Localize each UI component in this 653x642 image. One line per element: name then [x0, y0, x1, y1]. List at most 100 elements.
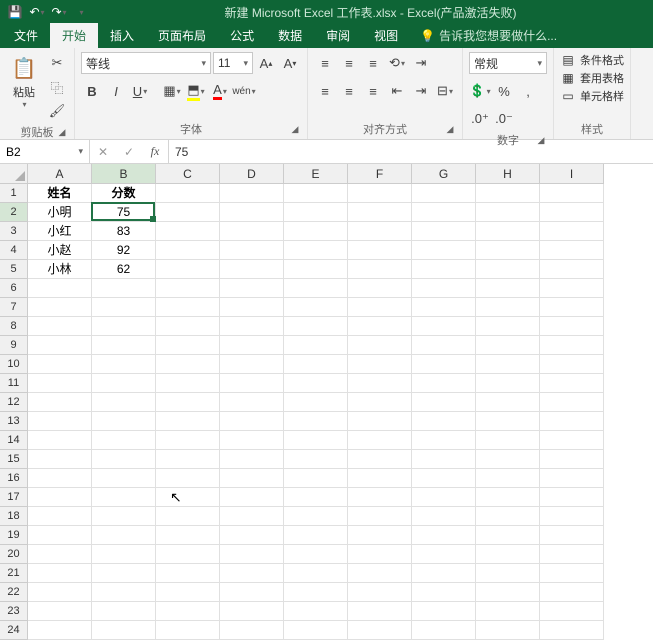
cell[interactable] — [540, 374, 604, 393]
cell[interactable] — [412, 317, 476, 336]
cell[interactable] — [92, 450, 156, 469]
col-header-C[interactable]: C — [156, 164, 220, 184]
cell[interactable]: 分数 — [92, 184, 156, 203]
cell[interactable] — [220, 583, 284, 602]
cell[interactable] — [476, 488, 540, 507]
row-header[interactable]: 13 — [0, 412, 28, 431]
cell[interactable] — [284, 203, 348, 222]
cell[interactable] — [412, 621, 476, 640]
cell[interactable] — [476, 260, 540, 279]
cell[interactable] — [412, 583, 476, 602]
cell[interactable] — [348, 450, 412, 469]
cell[interactable] — [348, 507, 412, 526]
spreadsheet-grid[interactable]: ABCDEFGHI 123456789101112131415161718192… — [0, 164, 653, 642]
cell[interactable] — [220, 336, 284, 355]
cell[interactable] — [348, 355, 412, 374]
cell[interactable] — [220, 469, 284, 488]
cell[interactable] — [284, 450, 348, 469]
cell[interactable] — [476, 583, 540, 602]
cell[interactable] — [28, 374, 92, 393]
cell[interactable] — [476, 545, 540, 564]
cell[interactable] — [28, 602, 92, 621]
cell[interactable] — [412, 412, 476, 431]
row-header[interactable]: 2 — [0, 203, 28, 222]
cell[interactable]: 姓名 — [28, 184, 92, 203]
cell[interactable] — [412, 545, 476, 564]
col-header-E[interactable]: E — [284, 164, 348, 184]
cell[interactable] — [348, 317, 412, 336]
row-header[interactable]: 10 — [0, 355, 28, 374]
cell[interactable] — [156, 450, 220, 469]
cell[interactable] — [476, 355, 540, 374]
align-middle-button[interactable]: ≡ — [338, 52, 360, 74]
bold-button[interactable]: B — [81, 80, 103, 102]
cell[interactable] — [156, 526, 220, 545]
col-header-G[interactable]: G — [412, 164, 476, 184]
row-header[interactable]: 18 — [0, 507, 28, 526]
cell[interactable] — [92, 488, 156, 507]
cell[interactable]: 75 — [92, 203, 156, 222]
accounting-button[interactable]: 💲▾ — [469, 80, 491, 102]
cell[interactable] — [220, 355, 284, 374]
row-headers[interactable]: 123456789101112131415161718192021222324 — [0, 184, 28, 640]
cell[interactable] — [476, 412, 540, 431]
cell[interactable] — [348, 564, 412, 583]
cell[interactable] — [284, 507, 348, 526]
cell[interactable] — [348, 583, 412, 602]
cell[interactable] — [412, 260, 476, 279]
cell[interactable] — [476, 602, 540, 621]
row-header[interactable]: 15 — [0, 450, 28, 469]
cell[interactable] — [284, 336, 348, 355]
border-button[interactable]: ▦▾ — [161, 80, 183, 102]
cell[interactable] — [540, 488, 604, 507]
comma-button[interactable]: , — [517, 80, 539, 102]
percent-button[interactable]: % — [493, 80, 515, 102]
cell[interactable] — [348, 203, 412, 222]
cell[interactable] — [156, 298, 220, 317]
row-header[interactable]: 4 — [0, 241, 28, 260]
cell[interactable] — [28, 526, 92, 545]
cell[interactable] — [540, 507, 604, 526]
cell[interactable] — [476, 317, 540, 336]
row-header[interactable]: 22 — [0, 583, 28, 602]
italic-button[interactable]: I — [105, 80, 127, 102]
formula-input[interactable]: 75 — [169, 140, 653, 163]
cell[interactable] — [476, 507, 540, 526]
cell[interactable] — [156, 222, 220, 241]
cell[interactable] — [540, 203, 604, 222]
copy-button[interactable]: ⿻ — [46, 76, 68, 98]
cell[interactable] — [220, 260, 284, 279]
row-header[interactable]: 1 — [0, 184, 28, 203]
cell[interactable] — [412, 279, 476, 298]
cell[interactable] — [284, 374, 348, 393]
cell[interactable] — [412, 507, 476, 526]
row-header[interactable]: 6 — [0, 279, 28, 298]
cell[interactable] — [540, 469, 604, 488]
cell[interactable] — [412, 393, 476, 412]
cell[interactable] — [476, 279, 540, 298]
row-header[interactable]: 5 — [0, 260, 28, 279]
cell[interactable] — [92, 317, 156, 336]
cell-area[interactable]: 姓名分数小明75小红83小赵92小林62 — [28, 184, 604, 640]
orientation-button[interactable]: ⟲▾ — [386, 52, 408, 74]
cell[interactable] — [220, 184, 284, 203]
cell[interactable] — [412, 488, 476, 507]
cell[interactable] — [348, 602, 412, 621]
cell[interactable] — [156, 488, 220, 507]
cell[interactable] — [348, 621, 412, 640]
row-header[interactable]: 20 — [0, 545, 28, 564]
cell[interactable] — [540, 412, 604, 431]
cell[interactable] — [92, 469, 156, 488]
shrink-font-button[interactable]: A▾ — [279, 52, 301, 74]
cell[interactable] — [348, 222, 412, 241]
col-header-H[interactable]: H — [476, 164, 540, 184]
cell[interactable] — [476, 393, 540, 412]
cell[interactable] — [540, 222, 604, 241]
cell[interactable] — [156, 336, 220, 355]
cell[interactable] — [348, 488, 412, 507]
cell[interactable] — [156, 545, 220, 564]
cell[interactable] — [540, 602, 604, 621]
cell[interactable] — [220, 241, 284, 260]
cell[interactable] — [156, 583, 220, 602]
cell[interactable] — [476, 203, 540, 222]
